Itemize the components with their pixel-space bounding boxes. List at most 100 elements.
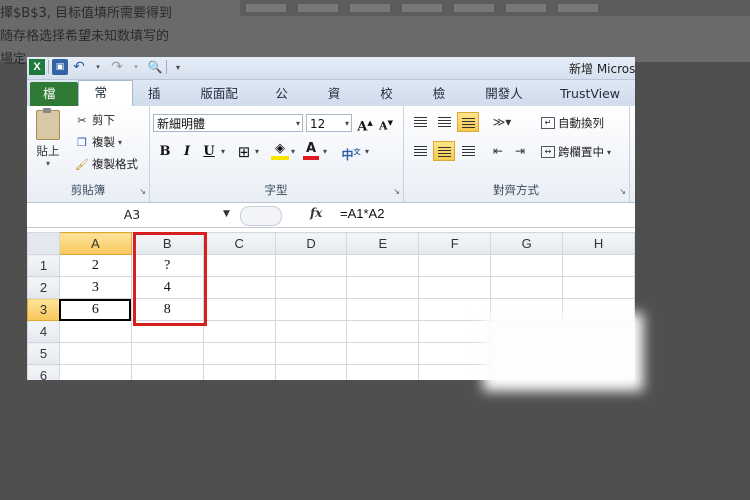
- tab-file[interactable]: 檔案: [30, 82, 79, 125]
- cell[interactable]: [202, 320, 276, 343]
- cell[interactable]: [130, 364, 204, 380]
- name-box[interactable]: A3: [27, 205, 237, 225]
- tab-home[interactable]: 常用: [78, 80, 133, 124]
- font-name-select[interactable]: 新細明體 ▾: [153, 114, 303, 132]
- cell[interactable]: [202, 298, 276, 321]
- format-painter-button[interactable]: 🖌 複製格式: [75, 156, 138, 172]
- align-center-icon[interactable]: [433, 141, 455, 161]
- row-header[interactable]: 6: [27, 364, 60, 380]
- cell[interactable]: [346, 342, 420, 365]
- wrap-text-button[interactable]: ↵ 自動換列: [541, 115, 604, 131]
- chevron-down-icon[interactable]: ▾: [321, 142, 329, 162]
- print-preview-icon[interactable]: 🔍: [147, 59, 163, 75]
- fill-color-icon[interactable]: ◈: [271, 142, 289, 160]
- tab-data[interactable]: 資料: [313, 82, 365, 125]
- cell[interactable]: [418, 254, 492, 277]
- cell[interactable]: [58, 364, 132, 380]
- cell[interactable]: [346, 364, 420, 380]
- tab-insert[interactable]: 插入: [133, 82, 185, 125]
- align-bottom-icon[interactable]: [457, 112, 479, 132]
- cell[interactable]: [418, 364, 492, 380]
- chevron-down-icon[interactable]: ▾: [219, 142, 227, 162]
- cell[interactable]: [130, 342, 204, 365]
- font-size-select[interactable]: 12 ▾: [306, 114, 352, 132]
- column-header[interactable]: H: [562, 232, 635, 255]
- column-header[interactable]: G: [490, 232, 564, 255]
- save-icon[interactable]: ▣: [52, 59, 68, 75]
- copy-button[interactable]: ❐ 複製 ▾: [75, 134, 122, 150]
- tab-review[interactable]: 校閱: [365, 82, 417, 125]
- cell[interactable]: [418, 342, 492, 365]
- bold-button[interactable]: B: [157, 142, 173, 162]
- tab-page-layout[interactable]: 版面配置: [185, 82, 260, 125]
- column-header[interactable]: F: [418, 232, 492, 255]
- cell[interactable]: [562, 254, 635, 277]
- cell[interactable]: [562, 276, 635, 299]
- cell[interactable]: [274, 276, 348, 299]
- cell[interactable]: [274, 298, 348, 321]
- select-all-corner[interactable]: [27, 232, 60, 255]
- phonetic-guide-icon[interactable]: 中文: [339, 142, 363, 162]
- cell[interactable]: [418, 276, 492, 299]
- row-header[interactable]: 3: [27, 298, 60, 321]
- merge-center-button[interactable]: ↔ 跨欄置中 ▾: [541, 144, 611, 160]
- cell[interactable]: 2: [58, 254, 132, 277]
- tab-trustview[interactable]: TrustView: [545, 82, 635, 106]
- undo-dropdown-icon[interactable]: ▾: [90, 59, 106, 75]
- cell[interactable]: [202, 342, 276, 365]
- customize-qat-icon[interactable]: ▾: [170, 59, 186, 75]
- cell[interactable]: [490, 254, 564, 277]
- cell[interactable]: [346, 298, 420, 321]
- column-header[interactable]: C: [202, 232, 276, 255]
- align-middle-icon[interactable]: [433, 112, 455, 132]
- active-cell[interactable]: 6: [58, 298, 132, 321]
- paste-button[interactable]: 貼上 ▾: [33, 108, 63, 168]
- redo-icon[interactable]: ↷: [109, 59, 125, 75]
- row-header[interactable]: 5: [27, 342, 60, 365]
- excel-icon[interactable]: X: [29, 59, 45, 75]
- decrease-indent-icon[interactable]: ⇤: [487, 141, 509, 161]
- row-header[interactable]: 1: [27, 254, 60, 277]
- dialog-launcher-icon[interactable]: ↘: [139, 187, 146, 196]
- cell[interactable]: [490, 276, 564, 299]
- orientation-icon[interactable]: ≫▾: [487, 112, 517, 132]
- shrink-font-button[interactable]: A▼: [377, 113, 395, 133]
- column-header[interactable]: D: [274, 232, 348, 255]
- cell[interactable]: [202, 364, 276, 380]
- align-right-icon[interactable]: [457, 141, 479, 161]
- chevron-down-icon[interactable]: ▾: [289, 142, 297, 162]
- cell[interactable]: [202, 276, 276, 299]
- cell[interactable]: [274, 364, 348, 380]
- cell[interactable]: [346, 276, 420, 299]
- cell[interactable]: [274, 320, 348, 343]
- chevron-down-icon[interactable]: ▾: [363, 142, 371, 162]
- formula-bar-splitter[interactable]: [240, 206, 282, 226]
- cell[interactable]: [346, 254, 420, 277]
- cell[interactable]: [346, 320, 420, 343]
- row-header[interactable]: 2: [27, 276, 60, 299]
- font-color-icon[interactable]: A: [303, 142, 319, 160]
- cell[interactable]: [274, 254, 348, 277]
- cell[interactable]: [58, 342, 132, 365]
- row-header[interactable]: 4: [27, 320, 60, 343]
- underline-button[interactable]: U: [201, 142, 217, 162]
- grow-font-button[interactable]: A▲: [356, 113, 374, 134]
- borders-icon[interactable]: ⊞: [235, 142, 253, 162]
- increase-indent-icon[interactable]: ⇥: [509, 141, 531, 161]
- cell[interactable]: [418, 320, 492, 343]
- tab-formulas[interactable]: 公式: [260, 82, 312, 125]
- cell[interactable]: [58, 320, 132, 343]
- tab-view[interactable]: 檢視: [418, 82, 470, 125]
- chevron-down-icon[interactable]: ▼: [223, 209, 230, 219]
- formula-input[interactable]: =A1*A2: [340, 206, 384, 221]
- italic-button[interactable]: I: [179, 142, 195, 162]
- column-header[interactable]: E: [346, 232, 420, 255]
- insert-function-icon[interactable]: fx: [310, 206, 322, 220]
- chevron-down-icon[interactable]: ▾: [253, 142, 261, 162]
- dialog-launcher-icon[interactable]: ↘: [393, 187, 400, 196]
- tab-developer[interactable]: 開發人員: [470, 82, 545, 125]
- column-header[interactable]: A: [58, 232, 132, 255]
- dialog-launcher-icon[interactable]: ↘: [619, 187, 626, 196]
- cell[interactable]: [202, 254, 276, 277]
- align-top-icon[interactable]: [409, 112, 431, 132]
